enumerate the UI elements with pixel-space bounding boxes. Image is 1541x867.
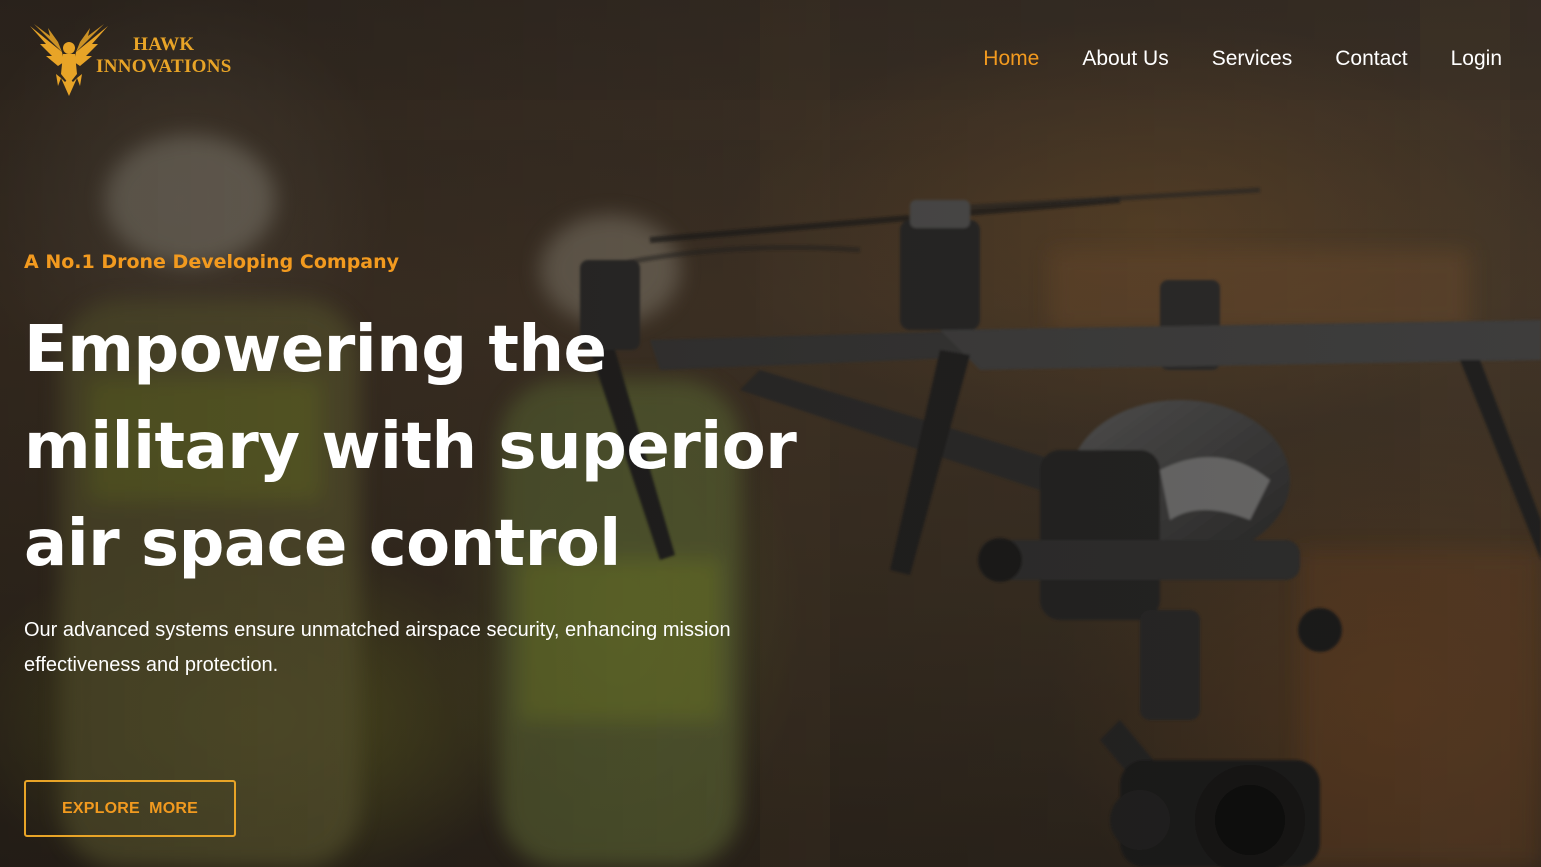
nav-item-about-us[interactable]: About Us bbox=[1082, 44, 1168, 74]
hero-headline-line: Empowering the bbox=[24, 313, 607, 387]
landing-page: HAWK INNOVATIONS Home About Us Services … bbox=[0, 0, 1541, 867]
brand-name-line1: HAWK bbox=[133, 34, 195, 55]
brand-logo[interactable]: HAWK INNOVATIONS bbox=[28, 22, 232, 96]
nav-item-home[interactable]: Home bbox=[983, 44, 1039, 74]
nav-item-contact[interactable]: Contact bbox=[1335, 44, 1407, 74]
hero-eyebrow: A No.1 Drone Developing Company bbox=[24, 251, 400, 273]
hero-description: Our advanced systems ensure unmatched ai… bbox=[24, 619, 731, 676]
brand-name: HAWK INNOVATIONS bbox=[96, 34, 232, 78]
brand-name-line2: INNOVATIONS bbox=[96, 56, 232, 77]
nav-item-login[interactable]: Login bbox=[1451, 44, 1502, 74]
main-nav: Home About Us Services Contact Login bbox=[940, 44, 1502, 74]
hero-headline: Empowering the military with superior ai… bbox=[24, 302, 844, 593]
hero-headline-line: military with superior bbox=[24, 410, 797, 484]
nav-item-services[interactable]: Services bbox=[1212, 44, 1293, 74]
hero-section: A No.1 Drone Developing Company Empoweri… bbox=[24, 248, 844, 683]
site-header: HAWK INNOVATIONS Home About Us Services … bbox=[0, 0, 1541, 120]
explore-more-button[interactable]: EXPLORE MORE bbox=[24, 780, 236, 837]
hero-headline-line: air space control bbox=[24, 507, 621, 581]
